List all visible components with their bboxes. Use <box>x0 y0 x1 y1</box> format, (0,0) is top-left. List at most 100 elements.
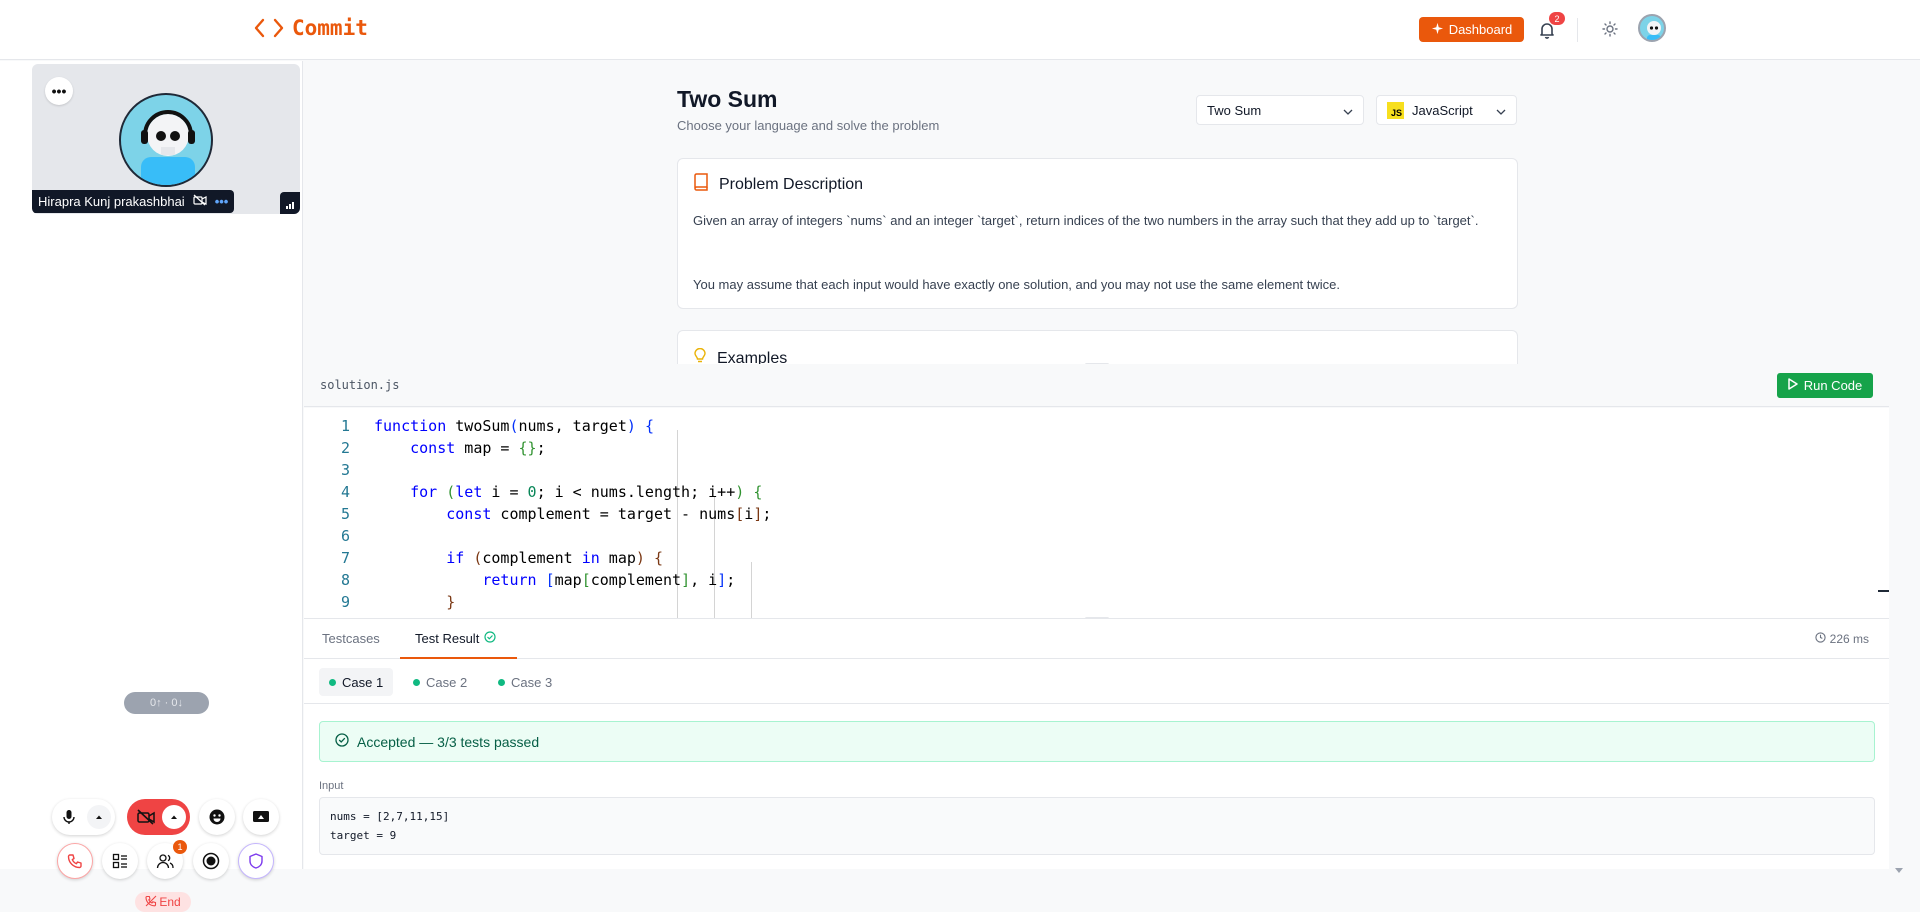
user-avatar[interactable] <box>1638 14 1666 42</box>
logo[interactable]: Commit <box>254 16 368 40</box>
call-panel: ••• Hirapra Kunj prakashbhai ••• 0↑ · 0↓ <box>0 61 303 912</box>
description-header: Problem Description <box>693 173 863 196</box>
code-editor[interactable]: 1 function twoSum(nums, target) { const … <box>304 408 1889 618</box>
tab-testcases[interactable]: Testcases <box>322 631 380 646</box>
input-box: nums = [2,7,11,15] target = 9 <box>319 797 1875 855</box>
code-line: 5 <box>304 503 350 525</box>
description-p1: Given an array of integers `nums` and an… <box>693 213 1479 228</box>
accepted-banner: Accepted — 3/3 tests passed <box>319 721 1875 762</box>
dashboard-button[interactable]: Dashboard <box>1419 17 1524 42</box>
results-panel: Testcases Test Result 226 ms Case 1 Case… <box>304 618 1889 869</box>
chevron-down-icon <box>1496 103 1506 118</box>
dashboard-label: Dashboard <box>1448 22 1513 37</box>
line-number: 3 <box>340 461 350 479</box>
check-circle-icon <box>484 631 496 646</box>
participant-name-bar: Hirapra Kunj prakashbhai ••• <box>32 190 235 213</box>
header-divider <box>1577 18 1578 42</box>
case-label: Case 3 <box>511 674 553 690</box>
page-subtitle: Choose your language and solve the probl… <box>677 118 940 133</box>
run-code-button[interactable]: Run Code <box>1777 373 1873 398</box>
pass-dot <box>498 678 505 686</box>
phone-icon[interactable] <box>57 843 93 879</box>
code-line: 2 <box>304 437 350 459</box>
code-brackets-icon <box>254 17 284 39</box>
participant-video-tile[interactable]: ••• Hirapra Kunj prakashbhai ••• <box>32 64 300 214</box>
line-number: 7 <box>340 549 350 567</box>
code-line: 3 <box>304 459 350 481</box>
case-tab-2[interactable]: Case 2 <box>403 668 477 696</box>
pass-dot <box>413 678 420 686</box>
line-number: 4 <box>340 483 350 501</box>
problem-select-value: Two Sum <box>1207 102 1262 118</box>
signal-icon <box>280 192 300 214</box>
editor-filename: solution.js <box>320 378 400 392</box>
line-number: 6 <box>340 527 350 545</box>
code-line: 9 <box>304 591 350 613</box>
line-number: 1 <box>340 417 350 435</box>
editor-scrollbar[interactable] <box>1878 590 1889 592</box>
end-call-button[interactable]: End <box>135 892 191 912</box>
language-select-value: JavaScript <box>1412 102 1473 118</box>
input-line: nums = [2,7,11,15] <box>330 810 450 823</box>
line-number: 5 <box>340 505 350 523</box>
code-line: 7 <box>304 547 350 569</box>
run-timing: 226 ms <box>1815 632 1869 646</box>
mic-control[interactable] <box>52 799 115 835</box>
chevron-down-icon[interactable] <box>1895 860 1903 878</box>
sparkle-icon <box>1431 22 1444 38</box>
code-line: 1 <box>304 415 350 437</box>
case-tab-3[interactable]: Case 3 <box>488 668 562 696</box>
record-icon[interactable] <box>193 843 229 879</box>
end-label: End <box>159 895 181 909</box>
code-line: 4 <box>304 481 350 503</box>
play-icon <box>1787 378 1798 393</box>
sun-icon[interactable] <box>1602 21 1618 37</box>
timing-value: 226 ms <box>1829 632 1869 646</box>
logo-text: Commit <box>292 16 368 40</box>
network-stats: 0↑ · 0↓ <box>124 692 209 714</box>
code-line: 6 <box>304 525 350 547</box>
camera-off-icon <box>193 194 207 209</box>
description-heading: Problem Description <box>719 175 864 193</box>
case-label: Case 1 <box>342 674 384 690</box>
case-tabs: Case 1 Case 2 Case 3 <box>304 660 1889 704</box>
active-tab-indicator <box>400 657 517 659</box>
pass-dot <box>329 678 336 686</box>
chevron-up-icon[interactable] <box>87 805 111 829</box>
screen-share-icon[interactable] <box>243 799 279 835</box>
input-label: Input <box>319 780 344 792</box>
more-icon[interactable]: ••• <box>45 77 73 105</box>
layout-icon[interactable] <box>102 843 138 879</box>
page-title: Two Sum <box>677 86 778 112</box>
chevron-up-icon[interactable] <box>162 805 186 829</box>
problem-select[interactable]: Two Sum <box>1196 95 1364 125</box>
clock-icon <box>1815 632 1826 646</box>
notification-badge: 2 <box>1549 12 1565 25</box>
shield-icon[interactable] <box>238 843 274 879</box>
top-bar: Commit Dashboard 2 <box>0 0 1920 60</box>
phone-off-icon <box>145 895 157 910</box>
problem-description-card: Problem Description Given an array of in… <box>677 158 1518 309</box>
emoji-icon[interactable] <box>199 799 235 835</box>
book-icon <box>693 173 709 196</box>
right-gutter <box>1889 364 1920 873</box>
line-number: 2 <box>340 439 350 457</box>
javascript-icon: JS <box>1387 101 1404 119</box>
line-number: 9 <box>340 593 350 611</box>
language-select[interactable]: JS JavaScript <box>1376 95 1517 125</box>
tab-test-result-label: Test Result <box>415 631 480 646</box>
mic-icon[interactable] <box>62 809 76 830</box>
participant-name: Hirapra Kunj prakashbhai <box>38 194 185 209</box>
check-circle-icon <box>335 733 349 750</box>
line-number: 8 <box>340 571 350 589</box>
run-code-label: Run Code <box>1803 378 1863 393</box>
camera-off-icon[interactable] <box>137 809 155 830</box>
case-tab-1[interactable]: Case 1 <box>319 668 394 696</box>
tile-options-icon[interactable]: ••• <box>215 194 229 209</box>
input-line: target = 9 <box>330 829 397 842</box>
camera-control[interactable] <box>127 799 190 835</box>
description-p2: You may assume that each input would hav… <box>693 277 1341 292</box>
tab-test-result[interactable]: Test Result <box>415 631 496 646</box>
accepted-status: Accepted — 3/3 tests passed <box>357 733 540 750</box>
people-count-badge: 1 <box>173 840 187 854</box>
